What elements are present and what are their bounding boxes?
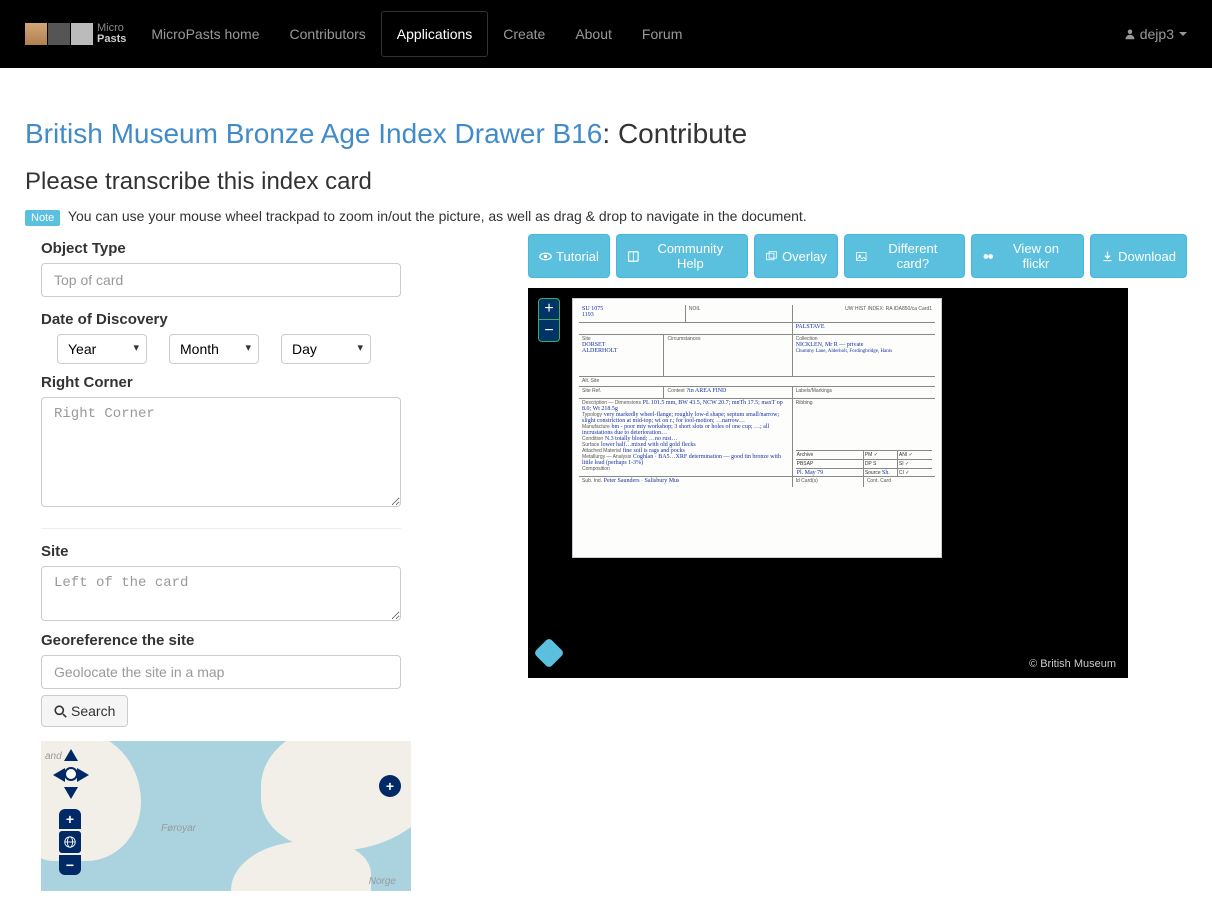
globe-icon [63,835,77,849]
noil-label: NOIL [689,306,701,312]
right-corner-input[interactable] [41,397,401,507]
overlay-button[interactable]: Overlay [754,234,838,278]
map-zoom-world[interactable] [59,831,81,853]
image-icon [855,250,868,263]
site-label: Site [41,543,498,560]
brand-avatars [25,23,94,45]
nav-home[interactable]: MicroPasts home [136,2,274,66]
nav-create[interactable]: Create [488,2,560,66]
nav-items: MicroPasts home Contributors Application… [136,2,697,66]
nav-about[interactable]: About [560,2,627,66]
map-zoom-in[interactable]: + [59,809,81,829]
map-add-marker[interactable]: + [379,775,401,797]
map[interactable]: Føroyar Norge and + − + [41,741,411,891]
book-icon [627,250,640,263]
pan-up-icon[interactable] [64,749,78,761]
toolbar: Tutorial Community Help Overlay Differen… [528,234,1187,278]
viewer-rotate-icon[interactable] [533,637,564,668]
viewer-credit: © British Museum [1023,656,1122,672]
viewer-column: Tutorial Community Help Overlay Differen… [513,234,1187,891]
page-subtitle: Please transcribe this index card [25,168,1187,196]
map-zoom-out[interactable]: − [59,855,81,875]
title-suffix: : Contribute [602,118,747,149]
different-button[interactable]: Different card? [844,234,965,278]
download-icon [1101,250,1114,263]
viewer-zoom-control: + − [538,298,560,342]
brand-text: Micro Pasts [97,23,126,45]
right-corner-label: Right Corner [41,374,498,391]
flickr-button[interactable]: View on flickr [971,234,1084,278]
viewer-zoom-out[interactable]: − [538,320,560,342]
form-column: Object Type Date of Discovery Year Month… [25,234,513,891]
layers-icon [765,250,778,263]
georef-input[interactable] [41,655,401,689]
title-link[interactable]: British Museum Bronze Age Index Drawer B… [25,118,602,149]
navbar: Micro Pasts MicroPasts home Contributors… [0,0,1212,68]
map-label: Føroyar [161,823,196,834]
image-viewer[interactable]: + − © British Museum SU 10751193 NOIL UW… [528,288,1128,678]
object-type-input[interactable] [41,263,401,297]
download-button[interactable]: Download [1090,234,1187,278]
nav-forum[interactable]: Forum [627,2,697,66]
note-badge: Note [25,210,60,226]
pan-down-icon[interactable] [64,787,78,799]
user-name: dejp3 [1140,26,1174,42]
map-pan-control[interactable] [53,749,89,801]
divider [41,528,401,529]
note-line: Note You can use your mouse wheel trackp… [25,208,1187,226]
date-label: Date of Discovery [41,311,498,328]
search-button[interactable]: Search [41,695,128,727]
dots-icon [982,250,995,263]
tutorial-button[interactable]: Tutorial [528,234,610,278]
day-select[interactable]: Day [281,334,371,364]
page-title: British Museum Bronze Age Index Drawer B… [25,118,1187,150]
viewer-zoom-in[interactable]: + [538,298,560,320]
community-button[interactable]: Community Help [616,234,748,278]
note-text: You can use your mouse wheel trackpad to… [68,208,807,224]
object-type-label: Object Type [41,240,498,257]
site-input[interactable] [41,566,401,621]
eye-icon [539,250,552,263]
nav-applications[interactable]: Applications [381,11,489,57]
map-zoom-control: + − [59,809,81,875]
map-label: Norge [369,876,396,887]
brand[interactable]: Micro Pasts [25,23,126,45]
user-icon [1124,28,1136,40]
year-select[interactable]: Year [57,334,147,364]
user-menu[interactable]: dejp3 [1124,26,1187,42]
month-select[interactable]: Month [169,334,259,364]
search-icon [54,705,67,718]
pan-center-icon[interactable] [64,767,78,781]
caret-icon [1179,32,1187,36]
pan-right-icon[interactable] [77,768,89,782]
index-card: SU 10751193 NOIL UW HIST INDEX: RA IDA85… [572,298,942,558]
georef-label: Georeference the site [41,632,498,649]
nav-contributors[interactable]: Contributors [275,2,381,66]
